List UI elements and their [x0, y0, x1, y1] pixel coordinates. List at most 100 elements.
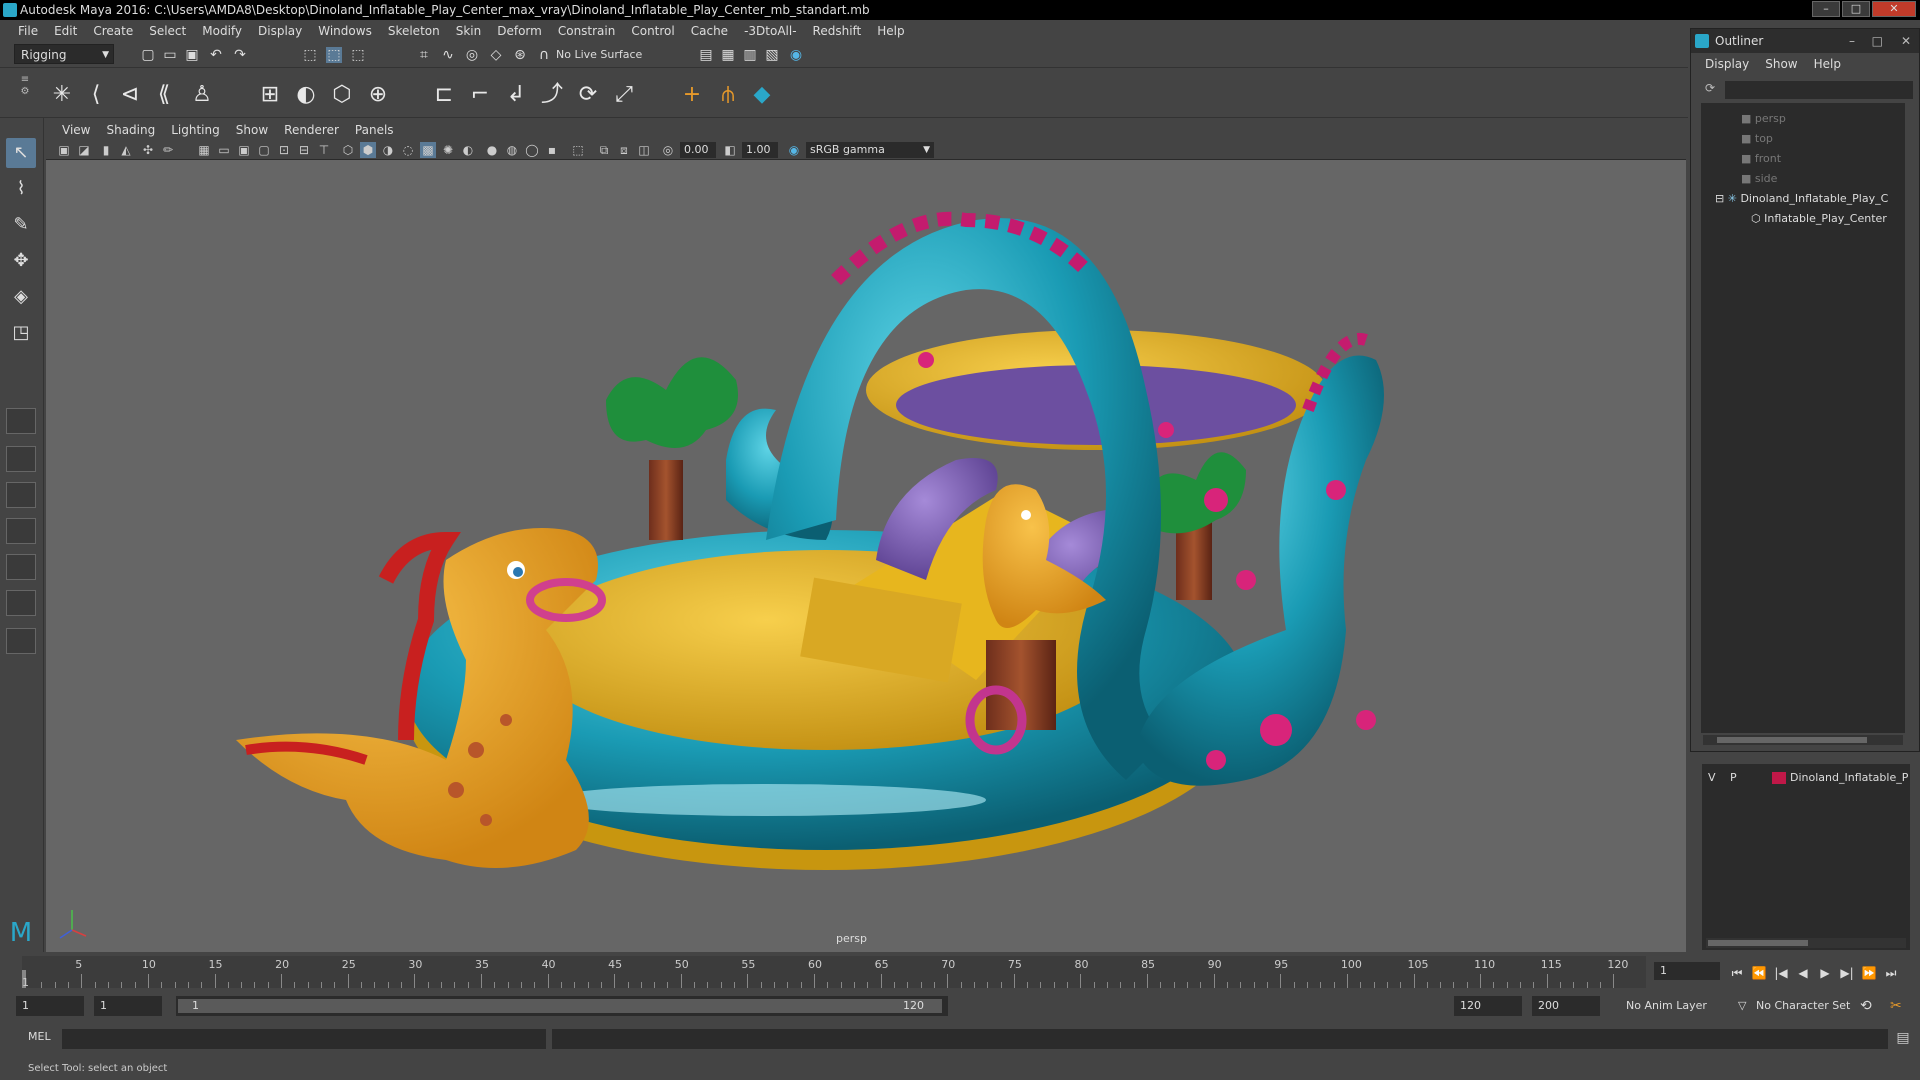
- step-forward-key-icon[interactable]: ▶|: [1838, 964, 1856, 982]
- menu-constrain[interactable]: Constrain: [550, 24, 624, 38]
- joint-tool-icon[interactable]: ✳: [48, 82, 76, 108]
- menu-help[interactable]: Help: [869, 24, 912, 38]
- layer-name[interactable]: Dinoland_Inflatable_P: [1790, 768, 1908, 788]
- vp-menu-show[interactable]: Show: [228, 123, 276, 137]
- snap-view-plane-icon[interactable]: ◇: [488, 47, 504, 63]
- vp-menu-view[interactable]: View: [54, 123, 98, 137]
- menu-skin[interactable]: Skin: [448, 24, 490, 38]
- anim-end-field[interactable]: 200: [1532, 996, 1600, 1016]
- vp-menu-lighting[interactable]: Lighting: [163, 123, 228, 137]
- outliner-menu-help[interactable]: Help: [1806, 57, 1849, 71]
- menu-modify[interactable]: Modify: [194, 24, 250, 38]
- layer-visibility-toggle[interactable]: V: [1708, 768, 1716, 788]
- isolate-select-icon[interactable]: ⬚: [570, 142, 586, 158]
- current-frame-field[interactable]: 1: [1654, 962, 1720, 980]
- outliner-menu-show[interactable]: Show: [1757, 57, 1805, 71]
- outliner-item-dinoland-group[interactable]: ⊟ ✳ Dinoland_Inflatable_Play_C: [1715, 189, 1888, 209]
- outliner-graph-layout-icon[interactable]: [6, 590, 36, 616]
- render-settings-icon[interactable]: ▤: [698, 47, 714, 63]
- character-set-dropdown[interactable]: No Character Set: [1756, 996, 1850, 1016]
- outliner-item-persp[interactable]: ■ persp: [1741, 109, 1786, 129]
- anim-start-field[interactable]: 1: [16, 996, 84, 1016]
- camera-select-icon[interactable]: ▣: [56, 142, 72, 158]
- pole-vector-icon[interactable]: ⫛: [714, 82, 742, 108]
- layer-color-swatch[interactable]: [1772, 772, 1786, 784]
- grid-icon[interactable]: ▦: [196, 142, 212, 158]
- resolution-gate-icon[interactable]: ▣: [236, 142, 252, 158]
- open-scene-icon[interactable]: ▭: [162, 47, 178, 63]
- maximize-button[interactable]: □: [1872, 29, 1883, 53]
- menu-control[interactable]: Control: [623, 24, 682, 38]
- gamma-field[interactable]: 1.00: [742, 142, 778, 158]
- lattice-icon[interactable]: ⬡: [328, 82, 356, 108]
- move-tool-icon[interactable]: ✥: [6, 246, 36, 276]
- point-constraint-icon[interactable]: ↲: [502, 82, 530, 108]
- menu-cache[interactable]: Cache: [683, 24, 736, 38]
- color-management-icon[interactable]: ◉: [786, 142, 802, 158]
- side-by-side-layout-icon[interactable]: [6, 482, 36, 508]
- field-chart-icon[interactable]: ⊡: [276, 142, 292, 158]
- outliner-hscrollbar[interactable]: [1703, 735, 1903, 745]
- persp-graph-layout-icon[interactable]: [6, 518, 36, 544]
- ambient-occlusion-icon[interactable]: ●: [484, 142, 500, 158]
- menu-redshift[interactable]: Redshift: [805, 24, 870, 38]
- outliner-search-input[interactable]: [1725, 81, 1913, 99]
- shelf-options-icon[interactable]: ≡ ⚙: [18, 74, 32, 114]
- snap-live-icon[interactable]: ⊛: [512, 47, 528, 63]
- custom-layout-icon[interactable]: [6, 628, 36, 654]
- select-component-icon[interactable]: ⬚: [350, 47, 366, 63]
- color-space-dropdown[interactable]: sRGB gamma ▼: [806, 142, 934, 158]
- layer-hscrollbar[interactable]: [1706, 938, 1906, 948]
- go-to-start-icon[interactable]: ⏮: [1728, 964, 1746, 982]
- play-backwards-icon[interactable]: ◀: [1794, 964, 1812, 982]
- safe-action-icon[interactable]: ⊟: [296, 142, 312, 158]
- anim-layer-dropdown[interactable]: No Anim Layer: [1626, 996, 1707, 1016]
- antialias-icon[interactable]: ◯: [524, 142, 540, 158]
- close-button[interactable]: ✕: [1901, 29, 1911, 53]
- motion-blur-icon[interactable]: ◍: [504, 142, 520, 158]
- select-hierarchy-icon[interactable]: ⬚: [302, 47, 318, 63]
- shadows-icon[interactable]: ◐: [460, 142, 476, 158]
- live-surface-field[interactable]: No Live Surface: [556, 46, 656, 64]
- gate-mask-icon[interactable]: ▢: [256, 142, 272, 158]
- scale-tool-icon[interactable]: ◳: [6, 318, 36, 348]
- range-handle[interactable]: 1 120: [178, 999, 942, 1013]
- command-input[interactable]: [62, 1029, 546, 1049]
- select-object-icon[interactable]: ⬚: [326, 47, 342, 63]
- snap-curve-icon[interactable]: ∿: [440, 47, 456, 63]
- snap-together-icon[interactable]: ∩: [536, 47, 552, 63]
- persp-outliner-layout-icon[interactable]: [6, 554, 36, 580]
- step-back-frame-icon[interactable]: ⏪: [1750, 964, 1768, 982]
- bookmark-icon[interactable]: ▮: [98, 142, 114, 158]
- outliner-item-play-center[interactable]: ⬡ Inflatable_Play_Center: [1751, 209, 1887, 229]
- paint-weights-icon[interactable]: ◐: [292, 82, 320, 108]
- orient-constraint-icon[interactable]: ⟳: [574, 82, 602, 108]
- save-scene-icon[interactable]: ▣: [184, 47, 200, 63]
- outliner-item-top[interactable]: ■ top: [1741, 129, 1773, 149]
- menuset-dropdown[interactable]: Rigging ▼: [14, 44, 114, 64]
- maximize-button[interactable]: □: [1842, 1, 1870, 17]
- perspective-viewport[interactable]: persp: [46, 160, 1686, 952]
- minimize-button[interactable]: –: [1812, 1, 1840, 17]
- film-gate-icon[interactable]: ▭: [216, 142, 232, 158]
- scrollbar-thumb[interactable]: [1708, 940, 1808, 946]
- xray-active-icon[interactable]: ⧈: [616, 142, 632, 158]
- snap-point-icon[interactable]: ◎: [464, 47, 480, 63]
- xray-joints-icon[interactable]: ⧉: [596, 142, 612, 158]
- menu-display[interactable]: Display: [250, 24, 310, 38]
- step-forward-frame-icon[interactable]: ⏩: [1860, 964, 1878, 982]
- safe-title-icon[interactable]: ⊤: [316, 142, 332, 158]
- range-bar[interactable]: 1 120: [176, 996, 948, 1016]
- wireframe-icon[interactable]: ⬡: [340, 142, 356, 158]
- redo-icon[interactable]: ↷: [232, 47, 248, 63]
- layer-row[interactable]: V P Dinoland_Inflatable_P: [1702, 768, 1910, 788]
- menu-create[interactable]: Create: [85, 24, 141, 38]
- lasso-tool-icon[interactable]: ⌇: [6, 174, 36, 204]
- wireframe-on-shaded-icon[interactable]: ◑: [380, 142, 396, 158]
- ik-handle-icon[interactable]: ⊏: [430, 82, 458, 108]
- outliner-item-side[interactable]: ■ side: [1741, 169, 1777, 189]
- ipr-render-icon[interactable]: ▥: [742, 47, 758, 63]
- single-perspective-layout-icon[interactable]: [6, 408, 36, 434]
- orient-joint-icon[interactable]: ⟪: [150, 82, 178, 108]
- use-lights-icon[interactable]: ✺: [440, 142, 456, 158]
